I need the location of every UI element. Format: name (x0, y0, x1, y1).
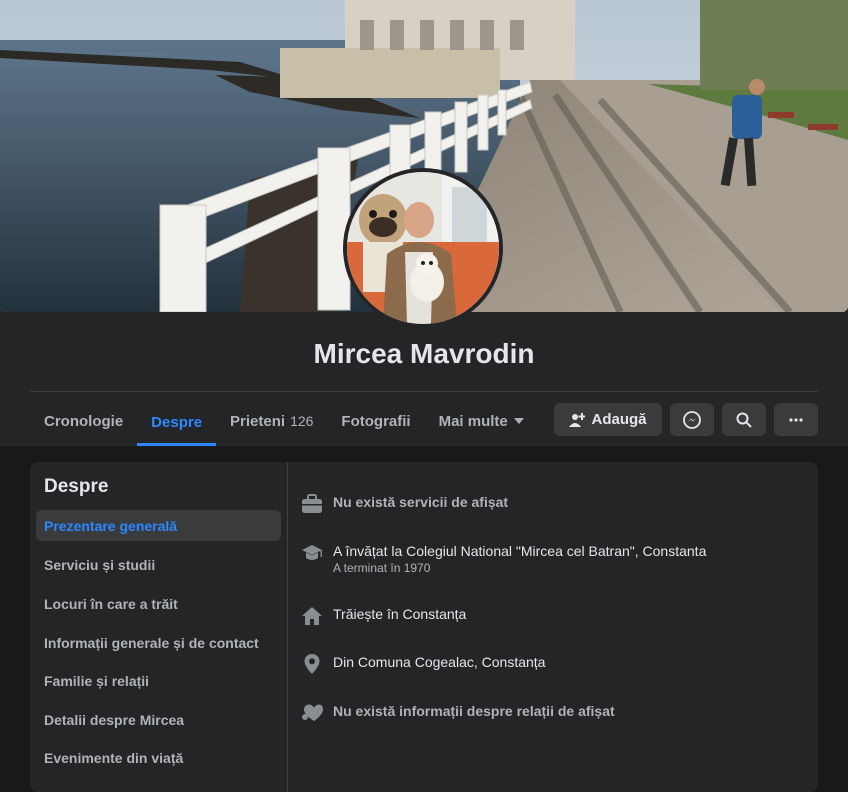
about-item-text: Din Comuna Cogealac, Constanța (333, 654, 546, 670)
tab-label: Prieteni (230, 412, 286, 430)
about-menu-places-lived[interactable]: Locuri în care a trăit (36, 588, 281, 619)
about-menu-overview[interactable]: Prezentare generală (36, 510, 281, 541)
search-button[interactable] (722, 403, 766, 436)
add-friend-icon (569, 412, 586, 427)
about-menu-contact-info[interactable]: Informații generale și de contact (36, 627, 281, 658)
friends-count: 126 (290, 413, 314, 429)
tab-label: Despre (151, 413, 203, 431)
tab-label: Fotografii (341, 412, 411, 430)
about-title: Despre (44, 476, 109, 497)
location-pin-icon (301, 653, 323, 675)
about-menu-life-events[interactable]: Evenimente din viață (36, 742, 281, 773)
tab-fotografii[interactable]: Fotografii (327, 398, 424, 444)
tab-prieteni[interactable]: Prieteni 126 (216, 398, 327, 444)
about-item-relationship: Nu există informații despre relații de a… (301, 702, 615, 724)
about-item-text: Trăiește în Constanța (333, 606, 467, 622)
about-menu-details[interactable]: Detalii despre Mircea (36, 704, 281, 735)
about-item-subtext: A terminat în 1970 (333, 561, 431, 575)
header-divider (30, 391, 818, 392)
about-item-text: A învățat la Colegiul National "Mircea c… (333, 543, 707, 559)
about-item-work: Nu există servicii de afișat (301, 493, 508, 515)
profile-tabs: Cronologie Despre Prieteni 126 Fotografii… (30, 398, 538, 446)
about-item-education: A învățat la Colegiul National "Mircea c… (301, 542, 706, 576)
tab-label: Cronologie (44, 412, 124, 430)
tab-label: Mai multe (438, 412, 508, 430)
about-menu-work-education[interactable]: Serviciu și studii (36, 549, 281, 580)
about-item-current-city: Trăiește în Constanța (301, 605, 466, 627)
about-panel: Despre Prezentare generală Serviciu și s… (30, 462, 818, 792)
home-icon (301, 605, 323, 627)
about-item-text: Nu există informații despre relații de a… (333, 703, 615, 719)
about-item-text: Nu există servicii de afișat (333, 494, 509, 510)
chevron-down-icon (513, 418, 524, 424)
profile-actions: Adaugă (554, 403, 818, 436)
about-menu-family-relationships[interactable]: Familie și relații (36, 665, 281, 696)
add-friend-label: Adaugă (591, 411, 647, 428)
messenger-button[interactable] (670, 403, 714, 436)
heart-icon (301, 702, 323, 724)
more-button[interactable] (774, 403, 818, 436)
messenger-icon (683, 410, 701, 429)
tab-despre[interactable]: Despre (137, 398, 217, 446)
search-icon (736, 412, 752, 428)
profile-header: Mircea Mavrodin Cronologie Despre Priete… (0, 0, 848, 446)
briefcase-icon (301, 493, 323, 515)
add-friend-button[interactable]: Adaugă (554, 403, 662, 436)
about-item-hometown: Din Comuna Cogealac, Constanța (301, 653, 545, 675)
tab-mai-multe[interactable]: Mai multe (425, 398, 538, 444)
profile-name: Mircea Mavrodin (313, 338, 535, 369)
graduation-cap-icon (301, 542, 323, 564)
avatar[interactable] (343, 168, 503, 328)
more-icon (789, 417, 803, 422)
tab-cronologie[interactable]: Cronologie (30, 398, 137, 444)
panel-divider (287, 462, 288, 792)
